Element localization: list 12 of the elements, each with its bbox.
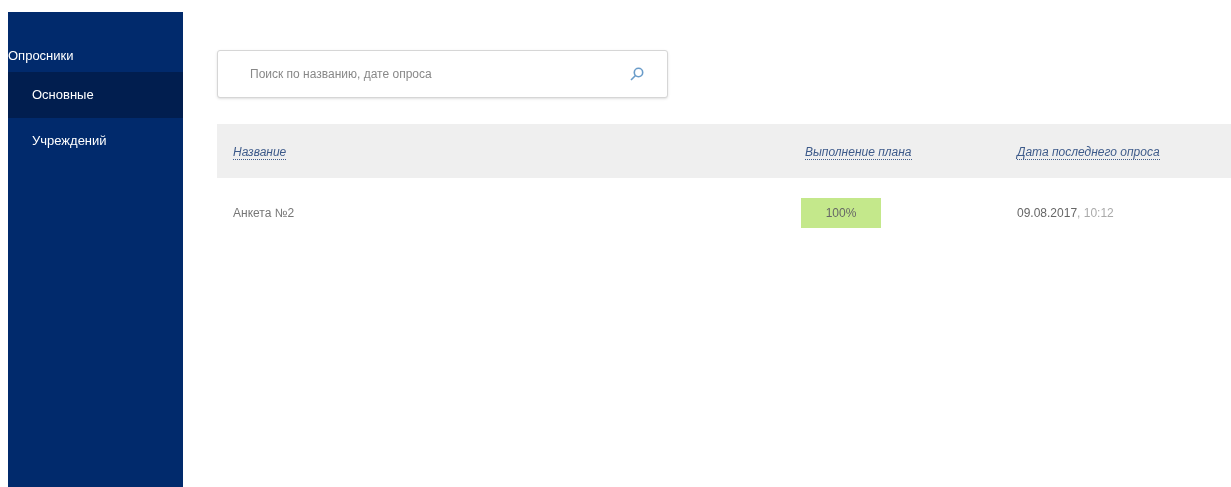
- table-cell: Анкета №2: [233, 206, 295, 220]
- sidebar-item[interactable]: Учреждений: [8, 118, 183, 164]
- date-text: 09.08.2017: [1017, 205, 1078, 222]
- time-text: , 10:12: [1077, 205, 1114, 222]
- sidebar-title: Опросники: [8, 48, 74, 64]
- plan-badge: 100%: [801, 198, 881, 228]
- sort-header-link[interactable]: Название: [233, 145, 287, 160]
- sidebar-item[interactable]: Основные: [8, 72, 183, 118]
- search-field[interactable]: Поиск по названию, дате опроса: [217, 50, 668, 98]
- sort-header-link[interactable]: Дата последнего опроса: [1017, 145, 1160, 160]
- sort-header-link[interactable]: Выполнение плана: [805, 145, 912, 160]
- search-icon[interactable]: [630, 67, 644, 81]
